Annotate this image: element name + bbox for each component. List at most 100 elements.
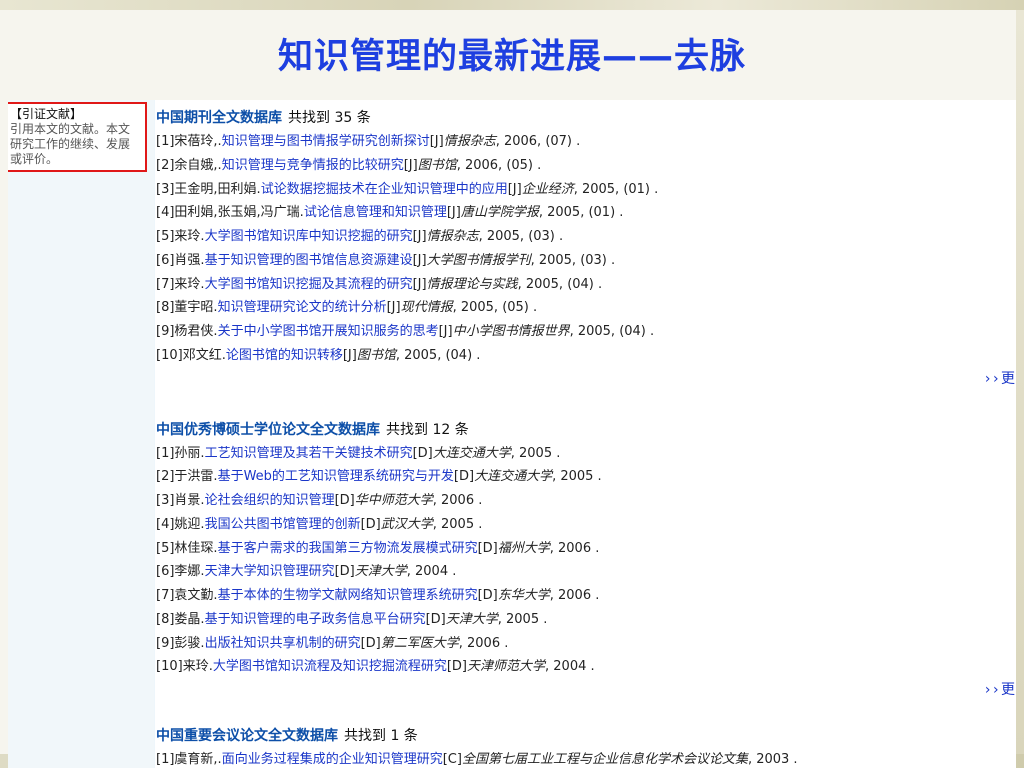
reference-item: [2]于洪雷.基于Web的工艺知识管理系统研究与开发[D]大连交通大学, 200…: [156, 465, 1016, 489]
reference-year: , 2006, (07) .: [495, 134, 581, 149]
reference-source: 天津师范大学: [467, 659, 546, 675]
reference-year: , 2005 .: [510, 445, 561, 461]
slide-title: 知识管理的最新进展——去脉: [277, 37, 746, 77]
reference-type: [J]: [429, 134, 444, 149]
more-results-link[interactable]: › › 更: [985, 679, 1015, 699]
reference-number: [1]: [156, 752, 175, 767]
left-column: 【引证文献】 引用本文的文献。本文研究工作的继续、发展或评价。: [8, 100, 154, 768]
reference-number: [8]: [156, 611, 175, 627]
reference-title-link[interactable]: 知识管理与竞争情报的比较研究: [222, 158, 404, 173]
database-section: 中国优秀博硕士学位论文全文数据库 共找到 12 条 [1]孙丽.工艺知识管理及其若干…: [156, 418, 1016, 702]
reference-source: 华中师范大学: [354, 493, 433, 508]
reference-number: [10]: [156, 659, 183, 675]
reference-title-link[interactable]: 试论数据挖掘技术在企业知识管理中的应用: [261, 182, 508, 197]
reference-source: 第二军医大学: [380, 635, 459, 651]
reference-title-link[interactable]: 大学图书馆知识流程及知识挖掘流程研究: [213, 659, 447, 674]
reference-number: [7]: [156, 276, 175, 292]
reference-author: 虞育新,.: [174, 752, 222, 767]
reference-author: 来玲.: [174, 276, 205, 292]
reference-title-link[interactable]: 知识管理研究论文的统计分析: [218, 300, 387, 315]
database-name-link[interactable]: 中国期刊全文数据库: [156, 110, 282, 126]
reference-source: 天津大学: [354, 564, 407, 580]
reference-number: [8]: [156, 300, 175, 316]
cnki-screenshot: 【引证文献】 引用本文的文献。本文研究工作的继续、发展或评价。 中国期刊全文数据…: [8, 100, 1016, 768]
reference-number: [9]: [156, 324, 175, 339]
reference-title-link[interactable]: 知识管理与图书情报学研究创新探讨: [222, 134, 430, 149]
reference-title-link[interactable]: 试论信息管理和知识管理: [304, 205, 447, 220]
reference-author: 肖强.: [174, 252, 205, 268]
reference-year: , 2005 .: [432, 516, 483, 532]
reference-type: [D]: [334, 564, 355, 580]
reference-item: [1]虞育新,.面向业务过程集成的企业知识管理研究[C]全国第七届工业工程与企业…: [156, 748, 1016, 768]
reference-author: 宋蓓玲,.: [174, 134, 222, 149]
reference-item: [2]余自娥,.知识管理与竞争情报的比较研究[J]图书馆, 2006, (05)…: [156, 154, 1016, 178]
reference-author: 娄晶.: [174, 611, 205, 627]
reference-number: [3]: [156, 493, 175, 508]
reference-title-link[interactable]: 大学图书馆知识挖掘及其流程的研究: [205, 277, 413, 292]
reference-year: , 2005 .: [497, 611, 548, 627]
reference-title-link[interactable]: 天津大学知识管理研究: [205, 564, 335, 579]
result-count: 共找到 1 条: [344, 728, 418, 744]
reference-source: 福州大学: [497, 540, 550, 556]
database-name-link[interactable]: 中国重要会议论文全文数据库: [156, 728, 338, 744]
reference-source: 天津大学: [445, 611, 498, 627]
reference-year: , 2004 .: [406, 564, 457, 580]
reference-source: 唐山学院学报: [460, 205, 539, 221]
reference-type: [D]: [360, 635, 381, 651]
reference-title-link[interactable]: 基于知识管理的图书馆信息资源建设: [205, 253, 413, 268]
reference-year: , 2005 .: [552, 469, 602, 485]
reference-title-link[interactable]: 基于客户需求的我国第三方物流发展模式研究: [218, 541, 478, 556]
reference-source: 东华大学: [497, 588, 550, 603]
reference-number: [4]: [156, 516, 175, 532]
reference-year: , 2006 .: [549, 588, 600, 603]
reference-title-link[interactable]: 论图书馆的知识转移: [226, 348, 343, 363]
reference-year: , 2006 .: [458, 635, 509, 651]
reference-item: [6]李娜.天津大学知识管理研究[D]天津大学, 2004 .: [156, 560, 1016, 584]
callout-description: 引用本文的文献。本文研究工作的继续、发展或评价。: [10, 122, 131, 166]
reference-type: [J]: [507, 181, 522, 197]
database-header: 中国期刊全文数据库 共找到 35 条: [156, 106, 1016, 130]
reference-title-link[interactable]: 基于知识管理的电子政务信息平台研究: [205, 612, 426, 627]
reference-author: 林佳琛.: [174, 540, 218, 556]
reference-number: [5]: [156, 229, 175, 244]
more-results-link[interactable]: › › 更: [985, 368, 1015, 388]
reference-author: 董宇昭.: [174, 300, 218, 316]
database-section: 中国期刊全文数据库 共找到 35 条 [1]宋蓓玲,.知识管理与图书情报学研究创新探…: [156, 106, 1016, 390]
reference-type: [D]: [453, 469, 475, 485]
reference-item: [8]董宇昭.知识管理研究论文的统计分析[J]现代情报, 2005, (05) …: [156, 296, 1016, 320]
reference-title-link[interactable]: 面向业务过程集成的企业知识管理研究: [222, 752, 443, 767]
database-name-link[interactable]: 中国优秀博硕士学位论文全文数据库: [156, 422, 380, 438]
reference-year: , 2005, (05) .: [452, 300, 538, 316]
reference-title-link[interactable]: 关于中小学图书馆开展知识服务的思考: [218, 324, 439, 339]
reference-type: [J]: [403, 157, 418, 173]
reference-number: [3]: [156, 181, 175, 197]
reference-title-link[interactable]: 基于Web的工艺知识管理系统研究与开发: [218, 469, 454, 484]
reference-type: [C]: [442, 752, 462, 767]
reference-item: [10]来玲.大学图书馆知识流程及知识挖掘流程研究[D]天津师范大学, 2004…: [156, 655, 1016, 679]
reference-author: 王金明,田利娟.: [174, 181, 261, 197]
more-row: › › 更: [156, 679, 1016, 701]
reference-year: , 2005, (04) .: [517, 276, 603, 292]
reference-title-link[interactable]: 出版社知识共享机制的研究: [205, 636, 361, 651]
reference-number: [1]: [156, 134, 175, 149]
reference-author: 来玲.: [174, 229, 205, 244]
database-section: 中国重要会议论文全文数据库 共找到 1 条 [1]虞育新,.面向业务过程集成的企业知…: [156, 724, 1016, 768]
reference-type: [J]: [412, 252, 427, 268]
database-header: 中国优秀博硕士学位论文全文数据库 共找到 12 条: [156, 418, 1016, 442]
reference-source: 现代情报: [400, 300, 453, 316]
reference-title-link[interactable]: 基于本体的生物学文献网络知识管理系统研究: [218, 588, 478, 603]
reference-title-link[interactable]: 我国公共图书馆管理的创新: [205, 517, 361, 532]
reference-type: [J]: [438, 324, 453, 339]
reference-number: [7]: [156, 588, 175, 603]
reference-source: 中小学图书情报世界: [452, 324, 570, 339]
reference-author: 邓文红.: [182, 347, 226, 363]
reference-title-link[interactable]: 论社会组织的知识管理: [205, 493, 335, 508]
reference-year: , 2004 .: [545, 659, 595, 675]
reference-title-link[interactable]: 工艺知识管理及其若干关键技术研究: [205, 446, 413, 461]
reference-type: [D]: [412, 445, 433, 461]
reference-author: 于洪雷.: [174, 469, 218, 485]
reference-title-link[interactable]: 大学图书馆知识库中知识挖掘的研究: [205, 229, 413, 244]
reference-item: [3]肖景.论社会组织的知识管理[D]华中师范大学, 2006 .: [156, 489, 1016, 513]
reference-type: [D]: [360, 516, 381, 532]
reference-year: , 2006 .: [432, 493, 483, 508]
